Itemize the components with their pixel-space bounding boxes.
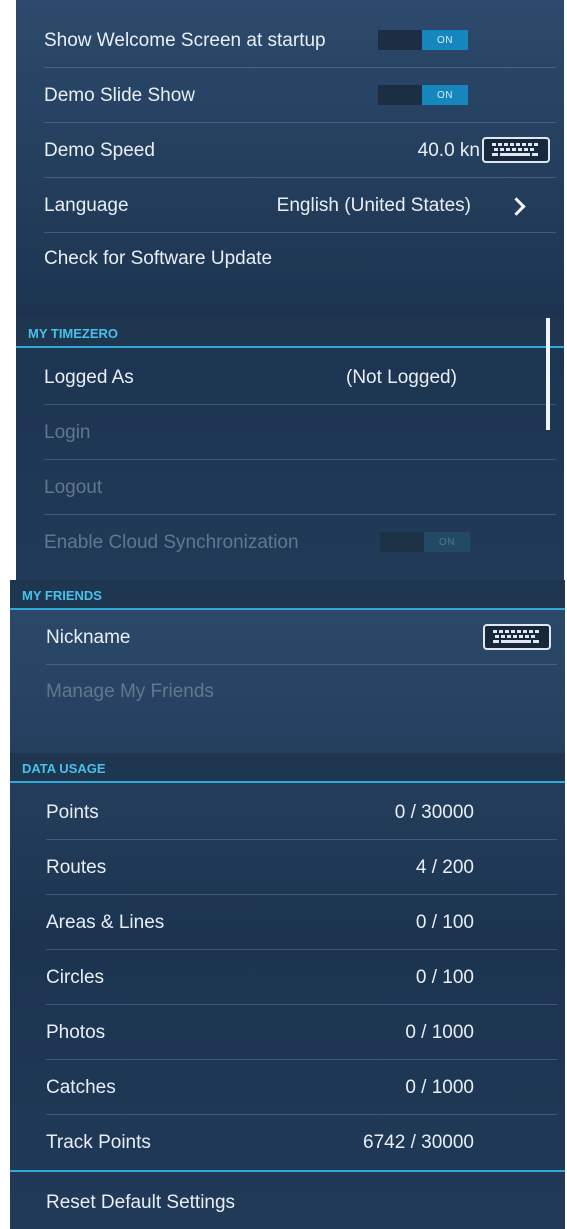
usage-label: Areas & Lines xyxy=(46,911,165,933)
section-title: DATA USAGE xyxy=(22,760,106,776)
usage-row-points: Points 0 / 30000 xyxy=(46,785,565,840)
demo-slide-toggle[interactable]: ON xyxy=(378,85,468,105)
demo-speed-value: 40.0 kn xyxy=(417,139,480,161)
welcome-screen-label: Show Welcome Screen at startup xyxy=(44,29,326,51)
usage-label: Routes xyxy=(46,856,107,878)
usage-row-areas-lines: Areas & Lines 0 / 100 xyxy=(46,895,565,950)
usage-label: Points xyxy=(46,801,99,823)
section-title: MY FRIENDS xyxy=(22,587,102,603)
usage-value: 0 / 30000 xyxy=(394,801,474,823)
demo-slide-label: Demo Slide Show xyxy=(44,84,196,106)
toggle-state: ON xyxy=(422,30,468,50)
usage-value: 0 / 100 xyxy=(415,911,474,933)
cloud-sync-label: Enable Cloud Synchronization xyxy=(44,531,299,553)
keyboard-icon[interactable] xyxy=(482,137,550,163)
language-label: Language xyxy=(44,194,129,216)
data-usage-header: DATA USAGE xyxy=(10,753,565,783)
nickname-label: Nickname xyxy=(46,626,131,648)
logged-as-row: Logged As (Not Logged) xyxy=(44,350,564,405)
welcome-screen-toggle[interactable]: ON xyxy=(378,30,468,50)
logged-as-label: Logged As xyxy=(44,366,134,388)
language-value: English (United States) xyxy=(276,194,471,216)
manage-friends-label: Manage My Friends xyxy=(46,680,214,702)
usage-value: 0 / 1000 xyxy=(405,1076,474,1098)
software-update-label: Check for Software Update xyxy=(44,247,273,269)
usage-label: Photos xyxy=(46,1021,106,1043)
software-update-row[interactable]: Check for Software Update xyxy=(44,231,564,286)
nickname-row[interactable]: Nickname xyxy=(46,610,565,665)
cloud-sync-toggle[interactable]: ON xyxy=(380,532,470,552)
toggle-state: ON xyxy=(422,85,468,105)
usage-value: 0 / 1000 xyxy=(405,1021,474,1043)
usage-value: 6742 / 30000 xyxy=(363,1131,474,1153)
keyboard-icon[interactable] xyxy=(483,624,551,650)
settings-panel-top: Show Welcome Screen at startup ON Demo S… xyxy=(16,0,564,580)
usage-row-routes: Routes 4 / 200 xyxy=(46,840,565,895)
demo-speed-label: Demo Speed xyxy=(44,139,155,161)
chevron-right-icon[interactable] xyxy=(507,197,526,216)
logout-row[interactable]: Logout xyxy=(44,460,564,515)
usage-row-circles: Circles 0 / 100 xyxy=(46,950,565,1005)
scrollbar[interactable] xyxy=(546,318,550,430)
usage-value: 4 / 200 xyxy=(415,856,474,878)
logout-label: Logout xyxy=(44,476,103,498)
divider xyxy=(10,1170,565,1172)
usage-row-catches: Catches 0 / 1000 xyxy=(46,1060,565,1115)
my-friends-header: MY FRIENDS xyxy=(10,580,565,610)
usage-row-track-points: Track Points 6742 / 30000 xyxy=(46,1115,565,1170)
cloud-sync-row[interactable]: Enable Cloud Synchronization ON xyxy=(44,515,564,570)
section-title: MY TIMEZERO xyxy=(28,325,119,341)
my-timezero-header: MY TIMEZERO xyxy=(16,318,564,348)
usage-label: Circles xyxy=(46,966,105,988)
demo-slide-row[interactable]: Demo Slide Show ON xyxy=(44,68,564,123)
reset-defaults-label: Reset Default Settings xyxy=(46,1192,236,1213)
manage-friends-row[interactable]: Manage My Friends xyxy=(46,664,565,719)
usage-label: Catches xyxy=(46,1076,116,1098)
settings-panel-bottom: MY FRIENDS Nickname Manage My Friends DA… xyxy=(10,580,565,1229)
logged-as-value: (Not Logged) xyxy=(346,366,457,388)
language-row[interactable]: Language English (United States) xyxy=(44,178,564,233)
usage-row-photos: Photos 0 / 1000 xyxy=(46,1005,565,1060)
usage-label: Track Points xyxy=(46,1131,151,1153)
reset-defaults-row[interactable]: Reset Default Settings xyxy=(46,1177,565,1229)
demo-speed-row[interactable]: Demo Speed 40.0 kn xyxy=(44,123,564,178)
welcome-screen-row[interactable]: Show Welcome Screen at startup ON xyxy=(44,13,564,68)
login-label: Login xyxy=(44,421,91,443)
usage-value: 0 / 100 xyxy=(415,966,474,988)
login-row[interactable]: Login xyxy=(44,405,564,460)
toggle-state: ON xyxy=(424,532,470,552)
